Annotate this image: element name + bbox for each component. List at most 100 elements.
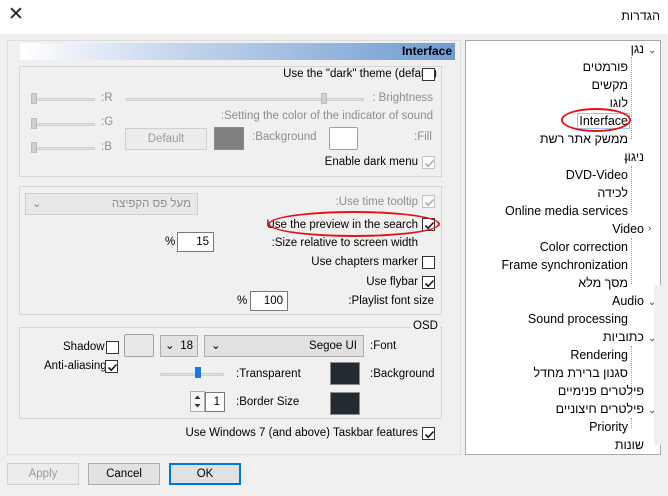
font-size-value: 18 — [180, 340, 193, 352]
tree-item-keys[interactable]: מקשים — [592, 78, 628, 92]
font-size-combo[interactable]: ⌄ 18 — [160, 335, 198, 357]
size-relative-unit: % — [165, 236, 176, 248]
tree-connector — [631, 238, 632, 284]
fill-label: :Fill — [414, 131, 432, 143]
g-slider-track[interactable] — [33, 123, 95, 126]
osd-border-swatch[interactable] — [330, 392, 360, 415]
osd-group-label: OSD — [411, 320, 440, 332]
tree-item-default-style[interactable]: סגנון ברירת מחדל — [534, 366, 629, 380]
brightness-label: : Brightness — [372, 92, 433, 104]
transparent-slider-thumb[interactable] — [195, 367, 201, 378]
expander-icon[interactable]: › — [648, 223, 651, 234]
tooltip-position-combo[interactable]: ⌄ מעל פס הקפיצה — [25, 193, 198, 215]
tree-item-playback[interactable]: ניגון — [624, 150, 644, 164]
flybar-label: Use flybar — [366, 276, 418, 288]
expander-icon[interactable]: ⌄ — [648, 45, 656, 56]
shadow-color-swatch[interactable] — [124, 334, 154, 357]
tree-item-dvd-video[interactable]: DVD-Video — [566, 168, 628, 182]
font-combo[interactable]: ⌄ Segoe UI — [204, 335, 364, 357]
close-icon[interactable]: ✕ — [6, 3, 26, 27]
enable-dark-menu-checkbox[interactable] — [422, 156, 435, 169]
shadow-checkbox[interactable] — [106, 341, 119, 354]
playlist-font-size-input[interactable]: 100 — [250, 291, 288, 311]
time-tooltip-checkbox[interactable] — [422, 195, 435, 208]
tree-item-priority[interactable]: Priority — [589, 420, 628, 434]
font-value: Segoe UI — [309, 340, 357, 352]
tree-item-online-media[interactable]: Online media services — [505, 204, 628, 218]
default-button[interactable]: Default — [125, 128, 207, 150]
g-slider-thumb[interactable] — [31, 118, 37, 129]
tree-item-frame-sync[interactable]: Frame synchronization — [502, 258, 628, 272]
tree-item-fullscreen[interactable]: מסך מלא — [578, 276, 628, 290]
tree-item-external-filters[interactable]: פילטרים חיצוניים — [556, 402, 644, 416]
fill-swatch[interactable] — [329, 127, 358, 150]
border-size-spinner[interactable] — [190, 391, 205, 412]
anti-aliasing-label: Anti-aliasing — [44, 360, 107, 372]
spin-arrows-icon — [194, 395, 201, 408]
r-slider-thumb[interactable] — [31, 93, 37, 104]
annotation-ellipse — [561, 108, 631, 132]
ok-button[interactable]: OK — [169, 463, 241, 485]
dark-theme-checkbox[interactable] — [422, 68, 435, 81]
tree-item-player[interactable]: נגן — [631, 42, 644, 56]
tree-item-misc[interactable]: שונות — [615, 438, 644, 452]
chapters-marker-checkbox[interactable] — [422, 256, 435, 269]
tree-item-audio[interactable]: Audio — [612, 294, 644, 308]
chapters-marker-label: Use chapters marker — [311, 256, 418, 268]
anti-aliasing-checkbox[interactable] — [105, 360, 118, 373]
background-label: :Background — [252, 131, 317, 143]
osd-background-swatch[interactable] — [330, 362, 360, 385]
tree-item-sound-processing[interactable]: Sound processing — [528, 312, 628, 326]
tree-connector — [631, 166, 632, 212]
cancel-button[interactable]: Cancel — [88, 463, 160, 485]
dark-theme-label: Use the "dark" theme (default) — [283, 68, 437, 80]
brightness-slider-track[interactable] — [126, 98, 364, 101]
tree-scrollbar[interactable] — [654, 285, 668, 445]
g-label: :G — [101, 116, 114, 128]
title-bar — [0, 0, 668, 34]
size-relative-input[interactable]: 15 — [177, 232, 214, 252]
font-label: :Font — [370, 340, 397, 352]
border-size-input[interactable]: 1 — [205, 392, 225, 412]
tooltip-position-value: מעל פס הקפיצה — [111, 198, 191, 210]
page-header: Interface — [20, 43, 455, 60]
transparent-slider-track[interactable] — [160, 373, 224, 376]
playlist-font-size-label: :Playlist font size — [348, 295, 434, 307]
border-size-label: :Border Size — [236, 396, 300, 408]
size-relative-label: :Size relative to screen width — [271, 237, 418, 249]
tree-item-logo[interactable]: לוגו — [610, 96, 628, 110]
chevron-down-icon: ⌄ — [165, 340, 175, 352]
r-label: :R — [101, 92, 113, 104]
indicator-background-swatch[interactable] — [214, 127, 244, 150]
tree-item-rendering[interactable]: Rendering — [570, 348, 628, 362]
check-icon — [424, 198, 435, 207]
tree-item-color-correction[interactable]: Color correction — [540, 240, 628, 254]
brightness-slider-thumb[interactable] — [321, 93, 327, 104]
osd-background-label: :Background — [370, 368, 435, 380]
tree-item-video[interactable]: Video — [612, 222, 644, 236]
tree-item-web-interface[interactable]: ממשק אתר רשת — [540, 132, 628, 146]
b-slider-thumb[interactable] — [31, 142, 37, 153]
page-title: Interface — [401, 44, 452, 58]
tree-item-internal-filters[interactable]: פילטרים פנימיים — [558, 384, 644, 398]
apply-button[interactable]: Apply — [7, 463, 79, 485]
enable-dark-menu-label: Enable dark menu — [324, 156, 418, 168]
taskbar-features-label: Use Windows 7 (and above) Taskbar featur… — [185, 427, 418, 439]
tree-connector — [631, 418, 632, 428]
time-tooltip-label: :Use time tooltip — [335, 196, 418, 208]
flybar-checkbox[interactable] — [422, 276, 435, 289]
tree-connector — [631, 57, 632, 139]
transparent-label: :Transparent — [236, 368, 301, 380]
check-icon — [107, 363, 118, 372]
taskbar-features-checkbox[interactable] — [422, 427, 435, 440]
r-slider-track[interactable] — [33, 98, 95, 101]
annotation-ellipse — [268, 211, 440, 237]
tree-item-subtitles[interactable]: כתוביות — [603, 330, 644, 344]
playlist-font-size-unit: % — [237, 295, 248, 307]
tree-item-capture[interactable]: לכידה — [597, 186, 628, 200]
shadow-label: Shadow — [63, 341, 105, 353]
chevron-down-icon: ⌄ — [211, 340, 221, 352]
b-label: :B — [101, 141, 112, 153]
tree-item-formats[interactable]: פורמטים — [583, 60, 628, 74]
b-slider-track[interactable] — [33, 147, 95, 150]
